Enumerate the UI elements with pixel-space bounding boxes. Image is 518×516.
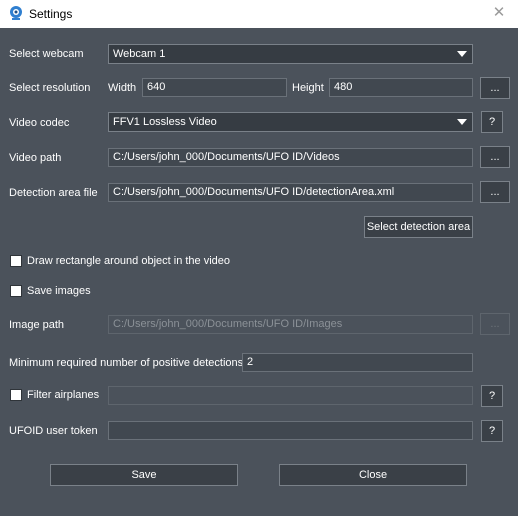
chevron-down-icon <box>457 51 467 57</box>
video-path-browse-button[interactable]: ... <box>480 146 510 168</box>
filter-airplanes-checkbox[interactable] <box>10 389 22 401</box>
image-path-label: Image path <box>9 319 65 331</box>
min-detections-label: Minimum required number of positive dete… <box>9 357 244 369</box>
filter-airplanes-field[interactable] <box>108 386 473 405</box>
save-button[interactable]: Save <box>50 464 238 486</box>
select-detection-area-button[interactable]: Select detection area <box>364 216 473 238</box>
codec-label: Video codec <box>9 117 70 129</box>
user-token-label: UFOID user token <box>9 425 98 437</box>
video-path-field[interactable]: C:/Users/john_000/Documents/UFO ID/Video… <box>108 148 473 167</box>
webcam-label: Select webcam <box>9 48 84 60</box>
resolution-label: Select resolution <box>9 82 91 94</box>
close-button[interactable]: Close <box>279 464 467 486</box>
webcam-select[interactable]: Webcam 1 <box>108 44 473 64</box>
webcam-select-value: Webcam 1 <box>113 48 166 60</box>
codec-help-button[interactable]: ? <box>481 111 503 133</box>
save-images-label: Save images <box>27 285 91 297</box>
filter-airplanes-help-button[interactable]: ? <box>481 385 503 407</box>
draw-rectangle-checkbox[interactable] <box>10 255 22 267</box>
detection-file-label: Detection area file <box>9 187 98 199</box>
width-field[interactable]: 640 <box>142 78 287 97</box>
user-token-field[interactable] <box>108 421 473 440</box>
height-field[interactable]: 480 <box>329 78 473 97</box>
image-path-browse-button[interactable]: ... <box>480 313 510 335</box>
image-path-field[interactable]: C:/Users/john_000/Documents/UFO ID/Image… <box>108 315 473 334</box>
close-icon[interactable]: ✕ <box>490 4 508 22</box>
title-bar: Settings ✕ <box>0 0 518 28</box>
height-label: Height <box>292 82 324 94</box>
webcam-icon <box>10 6 22 20</box>
codec-select-value: FFV1 Lossless Video <box>113 116 217 128</box>
draw-rectangle-label: Draw rectangle around object in the vide… <box>27 255 231 267</box>
detection-file-browse-button[interactable]: ... <box>480 181 510 203</box>
resolution-browse-button[interactable]: ... <box>480 77 510 99</box>
filter-airplanes-label: Filter airplanes <box>27 389 100 401</box>
video-path-label: Video path <box>9 152 62 164</box>
save-images-checkbox[interactable] <box>10 285 22 297</box>
min-detections-field[interactable]: 2 <box>242 353 473 372</box>
detection-file-field[interactable]: C:/Users/john_000/Documents/UFO ID/detec… <box>108 183 473 202</box>
width-label: Width <box>108 82 137 94</box>
user-token-help-button[interactable]: ? <box>481 420 503 442</box>
window-title: Settings <box>29 7 73 21</box>
settings-panel: Select webcam Webcam 1 Select resolution… <box>0 28 518 516</box>
chevron-down-icon <box>457 119 467 125</box>
codec-select[interactable]: FFV1 Lossless Video <box>108 112 473 132</box>
